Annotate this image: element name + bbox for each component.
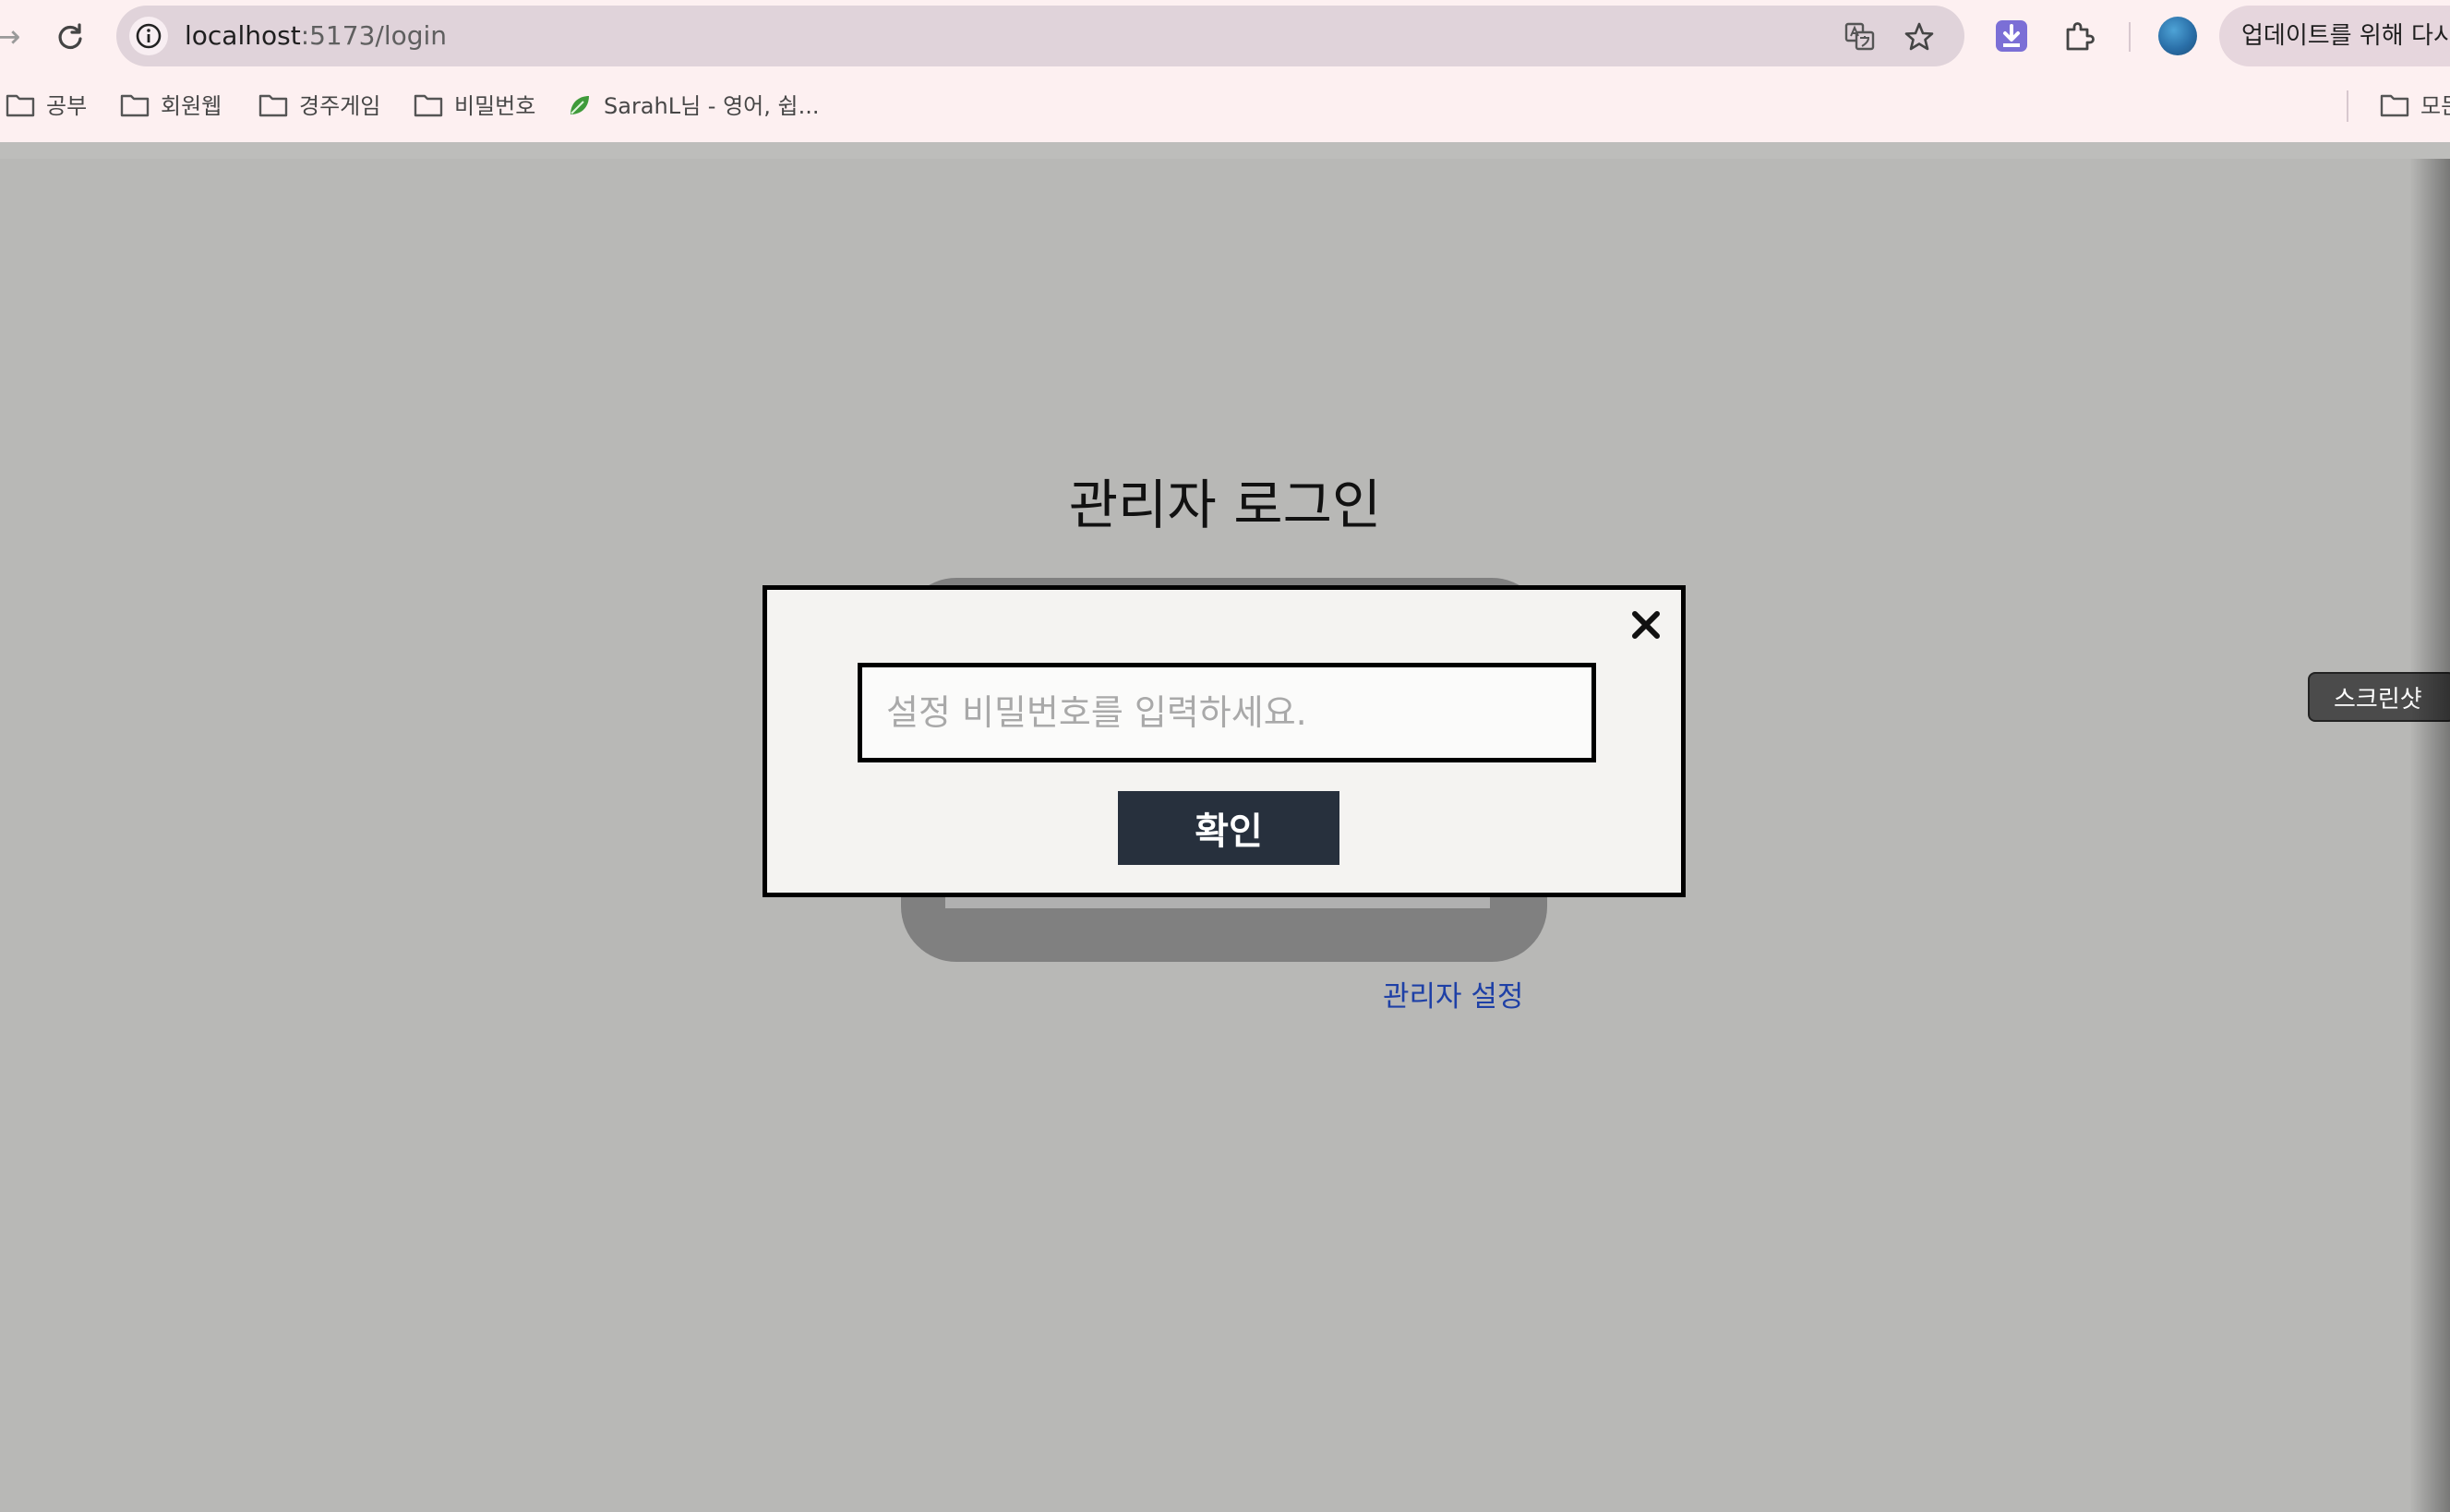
extensions-puzzle-icon[interactable] [2062, 18, 2097, 54]
folder-icon [2380, 94, 2409, 117]
update-relaunch-button[interactable]: 업데이트를 위해 다시 [2219, 6, 2450, 66]
chrome-edge [0, 142, 2450, 159]
folder-icon [6, 94, 35, 117]
browser-toolbar: → localhost:5173/login 업데이트를 위해 다시 [0, 0, 2450, 74]
bookmark-all-bookmarks[interactable]: 모든 [2380, 74, 2450, 138]
bookmark-folder-member-web[interactable]: 회원웹 [120, 74, 222, 138]
close-icon [1632, 611, 1660, 639]
bookmarks-bar: 공부 회원웹 경주게임 비밀번호 SarahL님 - 영어, 쉽... 모든 [0, 74, 2450, 142]
back-arrow-icon[interactable]: → [0, 20, 21, 54]
reload-icon[interactable] [52, 18, 89, 55]
bookmark-folder-study[interactable]: 공부 [6, 74, 87, 138]
password-modal: 확인 [763, 585, 1686, 897]
translate-icon[interactable] [1844, 21, 1876, 53]
bookmark-sarahl[interactable]: SarahL님 - 영어, 쉽... [567, 74, 819, 138]
bookmark-folder-race-game[interactable]: 경주게임 [258, 74, 380, 138]
side-panel-shadow [2409, 159, 2450, 1512]
settings-password-input[interactable] [858, 663, 1596, 762]
folder-icon [258, 94, 288, 117]
address-bar[interactable]: localhost:5173/login [116, 6, 1964, 66]
bookmarks-divider [2347, 90, 2348, 122]
url-text[interactable]: localhost:5173/login [185, 6, 447, 66]
profile-avatar[interactable] [2158, 17, 2197, 55]
leaf-icon [570, 96, 589, 114]
admin-settings-link[interactable]: 관리자 설정 [1383, 973, 1523, 1014]
page-title: 관리자 로그인 [1068, 474, 1382, 536]
download-extension-icon[interactable] [1994, 18, 2029, 54]
folder-icon [414, 94, 443, 117]
site-info-icon[interactable] [129, 17, 168, 55]
toolbar-divider [2129, 22, 2131, 52]
close-button[interactable] [1626, 605, 1666, 645]
folder-icon [120, 94, 150, 117]
bookmark-star-icon[interactable] [1904, 21, 1935, 53]
bookmark-folder-password[interactable]: 비밀번호 [414, 74, 535, 138]
confirm-button[interactable]: 확인 [1118, 791, 1339, 865]
